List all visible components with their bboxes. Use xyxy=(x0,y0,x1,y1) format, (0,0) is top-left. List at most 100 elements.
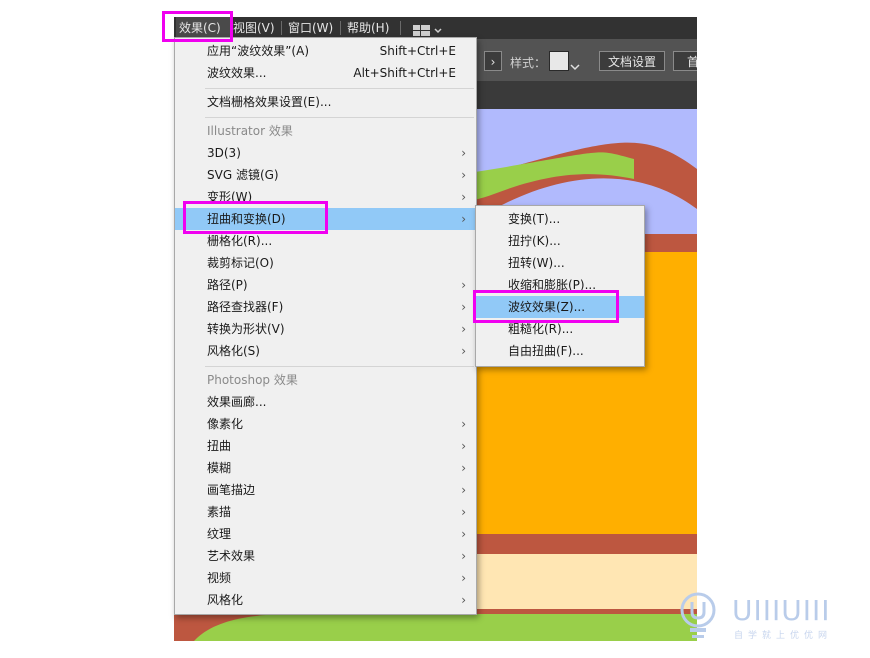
menu-item-label: 扭转(W)... xyxy=(508,256,565,270)
chevron-down-icon[interactable] xyxy=(570,57,580,76)
menu-item-label: 裁剪标记(O) xyxy=(207,256,274,270)
menu-item-convert-to-shape[interactable]: 转换为形状(V) › xyxy=(175,318,476,340)
effect-menu: 应用“波纹效果”(A) Shift+Ctrl+E 波纹效果... Alt+Shi… xyxy=(174,37,477,615)
menu-item-svg-filters[interactable]: SVG 滤镜(G) › xyxy=(175,164,476,186)
chevron-right-icon: › xyxy=(461,168,466,182)
menu-item-label: 素描 xyxy=(207,505,232,519)
chevron-right-icon: › xyxy=(461,278,466,292)
menu-item-label: 画笔描边 xyxy=(207,483,256,497)
menu-item-label: 路径(P) xyxy=(207,278,248,292)
menu-item-texture[interactable]: 纹理 › xyxy=(175,523,476,545)
submenu-item-free-distort[interactable]: 自由扭曲(F)... xyxy=(476,340,644,362)
chevron-right-icon: › xyxy=(461,322,466,336)
menu-item-apply-last-effect[interactable]: 应用“波纹效果”(A) Shift+Ctrl+E xyxy=(175,40,476,62)
submenu-item-zigzag[interactable]: 波纹效果(Z)... xyxy=(476,296,644,318)
chevron-right-icon: › xyxy=(461,593,466,607)
menu-separator xyxy=(340,21,341,35)
menu-item-last-effect[interactable]: 波纹效果... Alt+Shift+Ctrl+E xyxy=(175,62,476,84)
chevron-right-icon: › xyxy=(461,483,466,497)
illustrator-effects-header: Illustrator 效果 xyxy=(207,124,293,138)
menu-item-label: 应用“波纹效果”(A) xyxy=(207,44,310,58)
distort-transform-submenu: 变换(T)... 扭拧(K)... 扭转(W)... 收缩和膨胀(P)... 波… xyxy=(475,205,645,367)
menu-item-shortcut: Alt+Shift+Ctrl+E xyxy=(353,66,456,80)
menu-item-distort-transform[interactable]: 扭曲和变换(D) › xyxy=(175,208,476,230)
chevron-right-icon: › xyxy=(461,461,466,475)
menu-item-label: 风格化(S) xyxy=(207,344,260,358)
menu-item-label: 文档栅格效果设置(E)... xyxy=(207,95,332,109)
chevron-right-icon: › xyxy=(461,505,466,519)
menu-item-label: 风格化 xyxy=(207,593,244,607)
menu-window[interactable]: 窗口(W) xyxy=(288,17,333,39)
preferences-button[interactable]: 首 xyxy=(673,51,697,71)
menu-item-label: 纹理 xyxy=(207,527,232,541)
menu-item-label: 转换为形状(V) xyxy=(207,322,285,336)
watermark-brand: UIIIUIII xyxy=(732,594,831,627)
menu-item-rasterize[interactable]: 栅格化(R)... xyxy=(175,230,476,252)
menu-item-label: 栅格化(R)... xyxy=(207,234,273,248)
menu-bar: 效果(C) 视图(V) 窗口(W) 帮助(H) xyxy=(174,17,697,39)
chevron-right-icon: › xyxy=(461,527,466,541)
menu-item-sketch[interactable]: 素描 › xyxy=(175,501,476,523)
menu-view[interactable]: 视图(V) xyxy=(233,17,275,39)
chevron-right-icon: › xyxy=(461,344,466,358)
menu-item-label: 扭曲 xyxy=(207,439,232,453)
menu-item-label: SVG 滤镜(G) xyxy=(207,168,279,182)
menu-item-label: 扭曲和变换(D) xyxy=(207,212,286,226)
menu-item-raster-settings[interactable]: 文档栅格效果设置(E)... xyxy=(175,91,476,113)
menu-item-pathfinder[interactable]: 路径查找器(F) › xyxy=(175,296,476,318)
document-settings-button[interactable]: 文档设置 xyxy=(599,51,665,71)
menu-item-brush-strokes[interactable]: 画笔描边 › xyxy=(175,479,476,501)
chevron-right-icon: › xyxy=(461,439,466,453)
submenu-item-twist[interactable]: 扭转(W)... xyxy=(476,252,644,274)
menu-item-label: 波纹效果(Z)... xyxy=(508,300,586,314)
chevron-right-icon: › xyxy=(461,571,466,585)
chevron-right-icon[interactable]: › xyxy=(484,51,502,71)
menu-item-stylize[interactable]: 风格化(S) › xyxy=(175,340,476,362)
menu-item-video[interactable]: 视频 › xyxy=(175,567,476,589)
style-swatch[interactable] xyxy=(549,51,569,71)
menu-item-crop-marks[interactable]: 裁剪标记(O) xyxy=(175,252,476,274)
chevron-right-icon: › xyxy=(461,190,466,204)
menu-item-label: 变换(T)... xyxy=(508,212,561,226)
menu-item-label: 路径查找器(F) xyxy=(207,300,284,314)
style-label: 样式： xyxy=(510,56,547,70)
menu-item-label: 变形(W) xyxy=(207,190,253,204)
submenu-item-tweak[interactable]: 扭拧(K)... xyxy=(476,230,644,252)
menu-separator xyxy=(400,21,401,35)
menu-item-3d[interactable]: 3D(3) › xyxy=(175,142,476,164)
menu-item-label: 收缩和膨胀(P)... xyxy=(508,278,597,292)
menu-item-distort[interactable]: 扭曲 › xyxy=(175,435,476,457)
chevron-right-icon: › xyxy=(461,417,466,431)
chevron-right-icon: › xyxy=(461,212,466,226)
menu-item-label: 3D(3) xyxy=(207,146,241,160)
submenu-item-transform[interactable]: 变换(T)... xyxy=(476,208,644,230)
menu-item-path[interactable]: 路径(P) › xyxy=(175,274,476,296)
menu-divider xyxy=(205,117,474,118)
menu-item-stylize-ps[interactable]: 风格化 › xyxy=(175,589,476,611)
menu-item-label: 自由扭曲(F)... xyxy=(508,344,584,358)
menu-divider xyxy=(205,88,474,89)
menu-divider xyxy=(205,366,474,367)
menu-item-warp[interactable]: 变形(W) › xyxy=(175,186,476,208)
menu-item-blur[interactable]: 模糊 › xyxy=(175,457,476,479)
menu-item-label: 波纹效果... xyxy=(207,66,267,80)
menu-item-label: 艺术效果 xyxy=(207,549,256,563)
menu-effect[interactable]: 效果(C) xyxy=(176,17,231,39)
menu-item-artistic[interactable]: 艺术效果 › xyxy=(175,545,476,567)
menu-item-label: 模糊 xyxy=(207,461,232,475)
menu-item-label: 效果画廊... xyxy=(207,395,267,409)
photoshop-effects-header: Photoshop 效果 xyxy=(207,373,298,387)
submenu-item-pucker-bloat[interactable]: 收缩和膨胀(P)... xyxy=(476,274,644,296)
chevron-right-icon: › xyxy=(461,549,466,563)
lightbulb-logo-icon xyxy=(680,592,716,638)
menu-item-label: 粗糙化(R)... xyxy=(508,322,574,336)
menu-help[interactable]: 帮助(H) xyxy=(347,17,389,39)
menu-item-pixelate[interactable]: 像素化 › xyxy=(175,413,476,435)
chevron-right-icon: › xyxy=(461,146,466,160)
submenu-item-roughen[interactable]: 粗糙化(R)... xyxy=(476,318,644,340)
watermark-tagline: 自学就上优优网 xyxy=(734,631,833,641)
menu-item-effect-gallery[interactable]: 效果画廊... xyxy=(175,391,476,413)
menu-item-label: 扭拧(K)... xyxy=(508,234,561,248)
menu-item-label: 像素化 xyxy=(207,417,244,431)
chevron-right-icon: › xyxy=(461,300,466,314)
